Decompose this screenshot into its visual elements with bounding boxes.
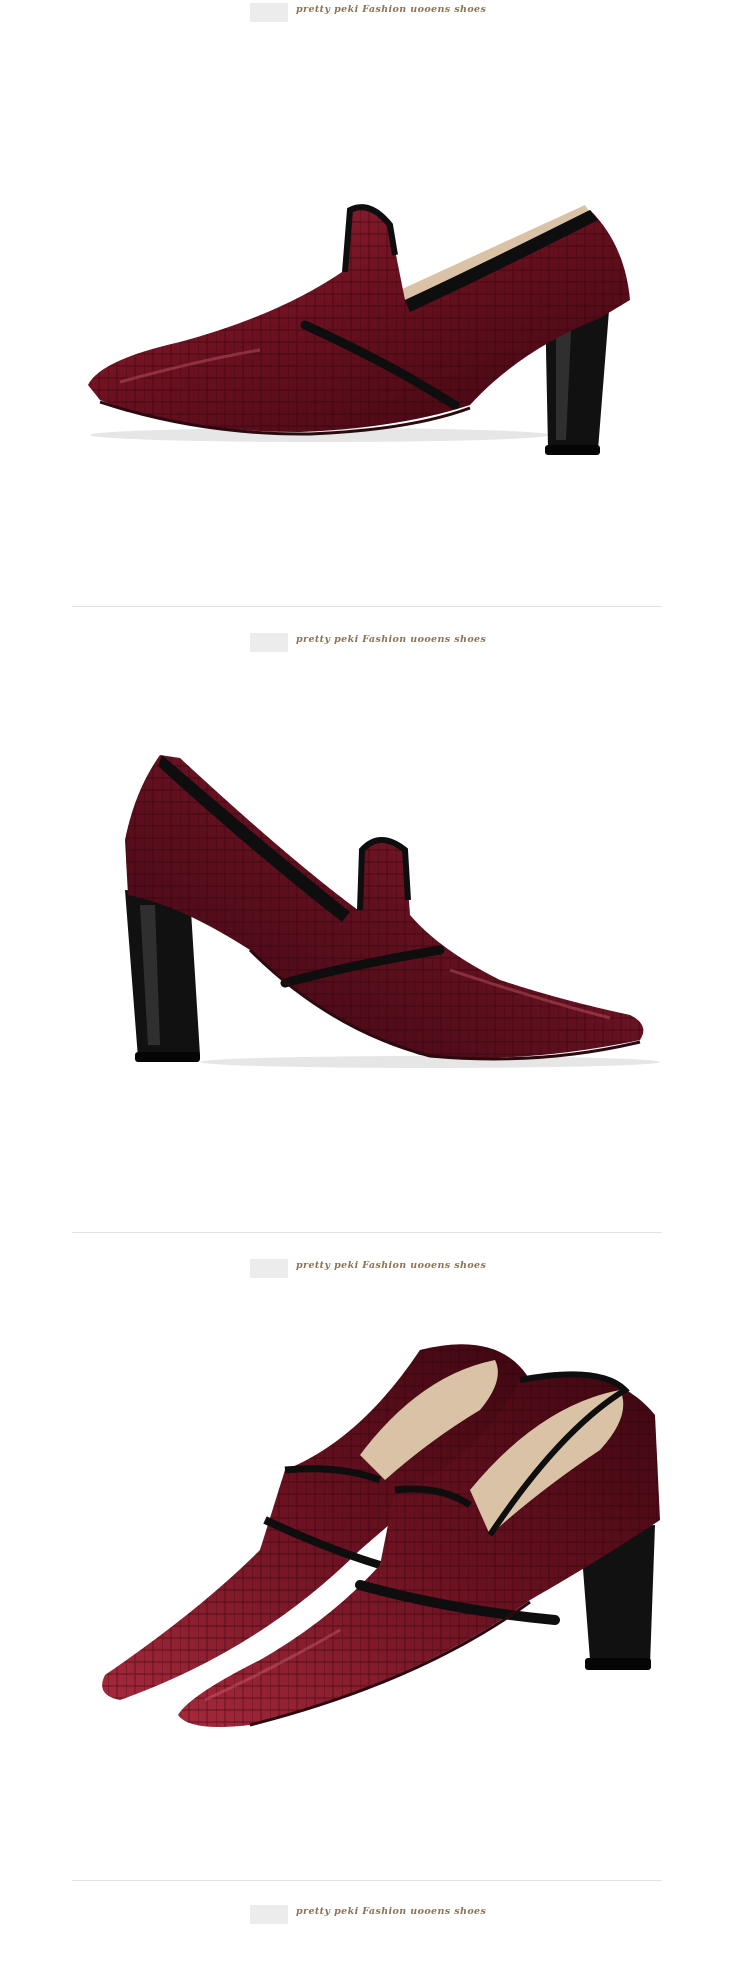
brand-logo-box xyxy=(250,3,288,22)
brand-logo-box xyxy=(250,1259,288,1278)
section-divider xyxy=(72,1232,662,1233)
brand-tagline: pretty peki Fashion uooens shoes xyxy=(296,4,487,15)
brand-bar: pretty peki Fashion uooens shoes xyxy=(0,1902,750,1926)
brand-logo-box xyxy=(250,1905,288,1924)
brand-tagline: pretty peki Fashion uooens shoes xyxy=(296,634,487,645)
product-photo-side-left xyxy=(0,700,750,1120)
brand-bar: pretty peki Fashion uooens shoes xyxy=(0,630,750,654)
brand-bar: pretty peki Fashion uooens shoes xyxy=(0,1256,750,1280)
section-divider xyxy=(72,1880,662,1881)
brand-tagline: pretty peki Fashion uooens shoes xyxy=(296,1906,487,1917)
brand-bar: pretty peki Fashion uooens shoes xyxy=(0,0,750,24)
brand-logo-box xyxy=(250,633,288,652)
section-divider xyxy=(72,606,662,607)
product-photo-side-right xyxy=(0,60,750,510)
brand-tagline: pretty peki Fashion uooens shoes xyxy=(296,1260,487,1271)
product-photo-pair xyxy=(0,1320,750,1820)
